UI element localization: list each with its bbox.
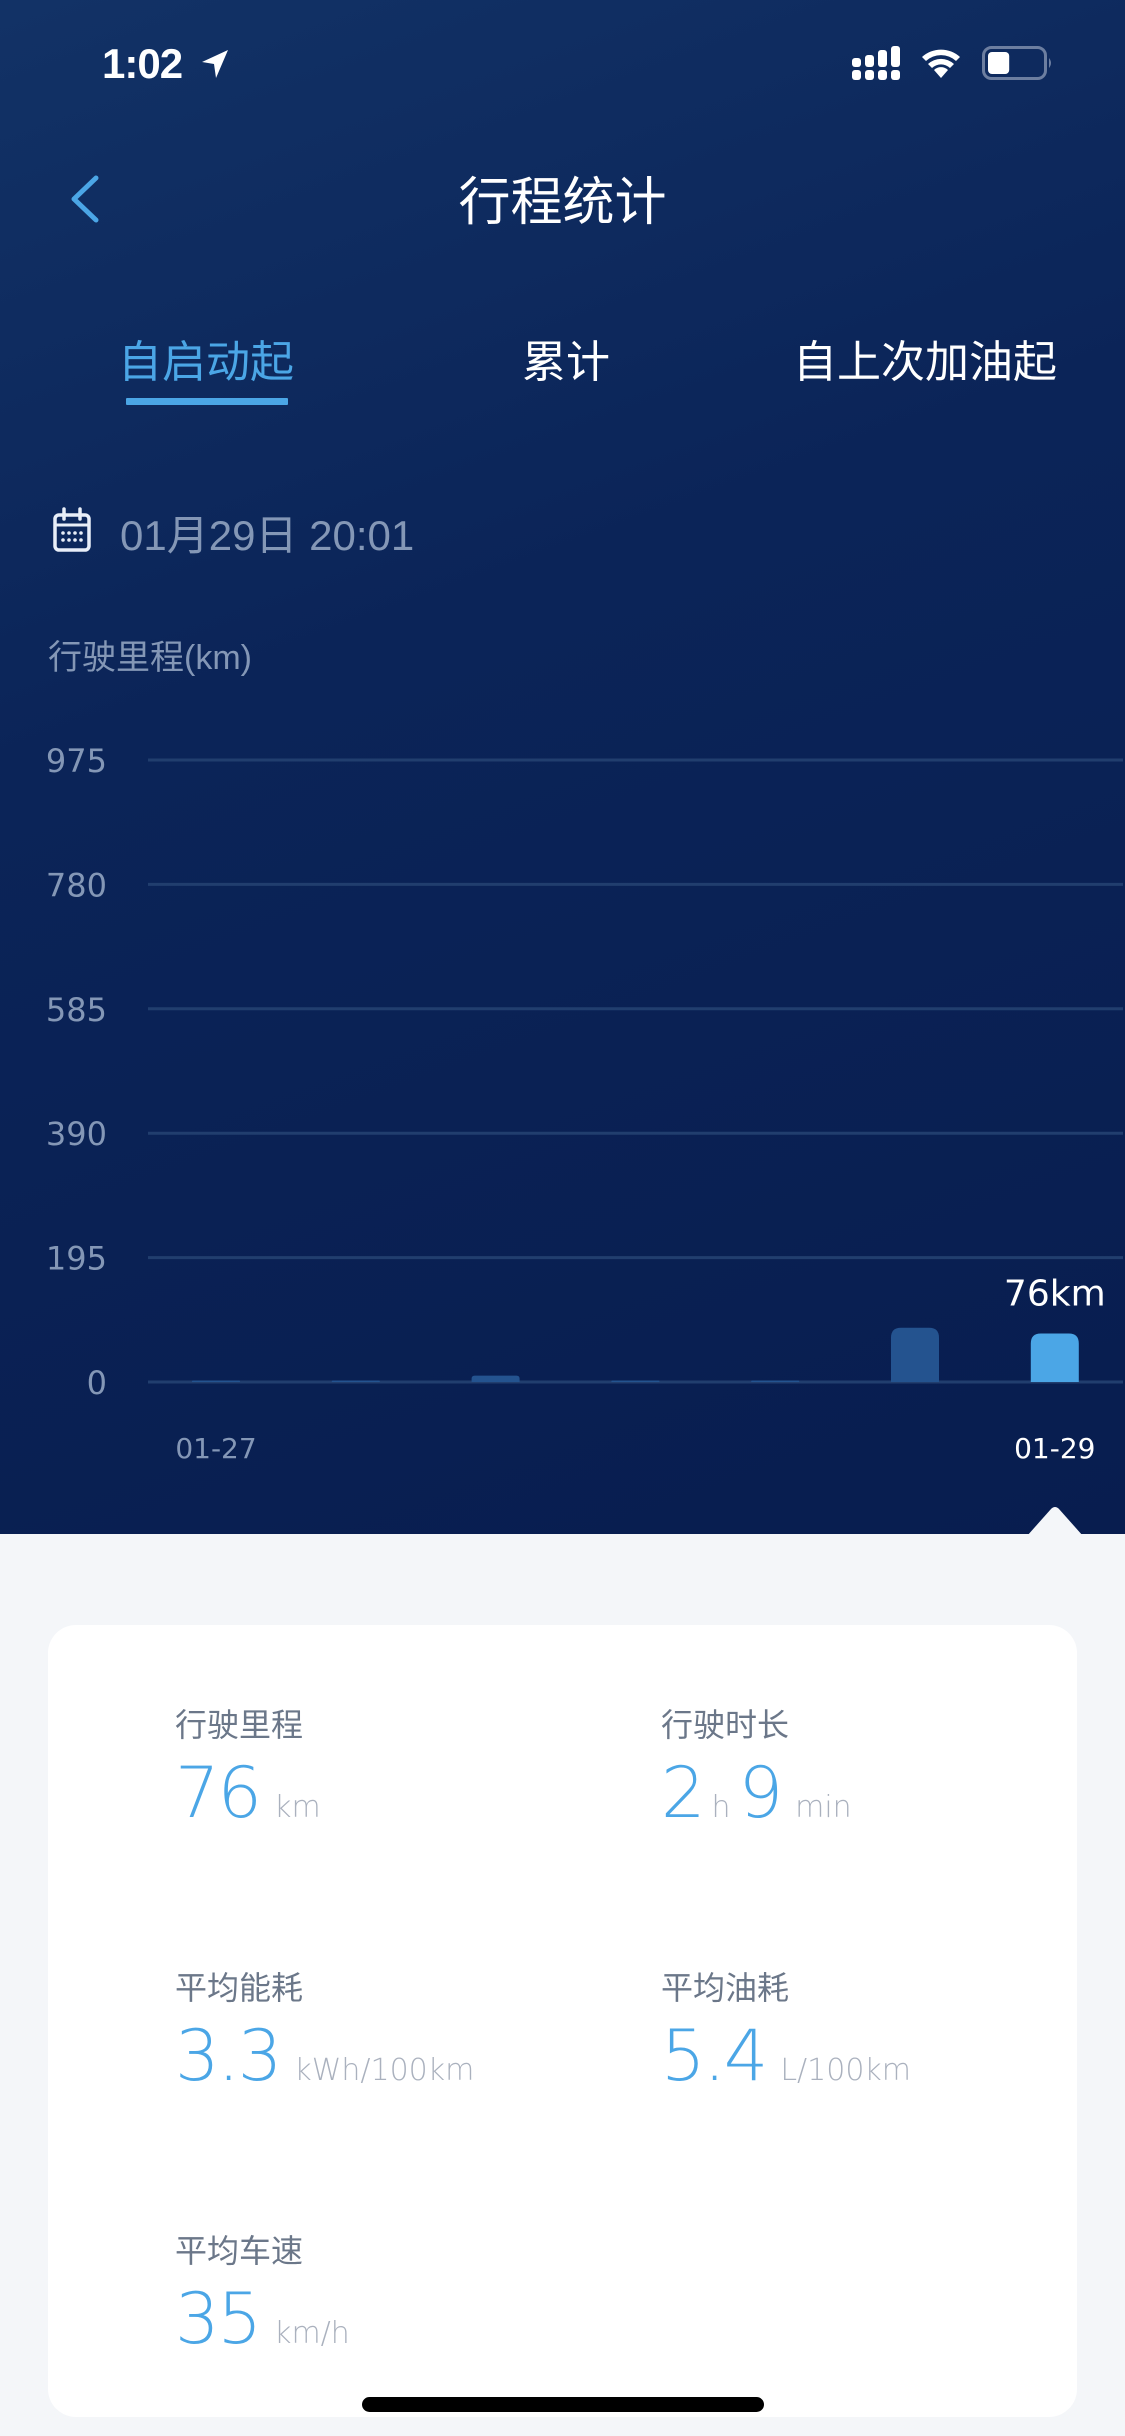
stat-unit: kWh/100km [294, 2053, 475, 2088]
stat-value: 3.3 kWh/100km [175, 2015, 474, 2097]
x-tick-label: 01-29 [1014, 1432, 1095, 1465]
stat-item: 行驶时长 2 h 9 min [661, 1700, 852, 1834]
stat-value: 2 h 9 min [661, 1752, 852, 1834]
bar[interactable] [192, 1380, 240, 1383]
y-tick-label: 975 [46, 742, 107, 780]
y-axis-label: 行驶里程(km) [48, 639, 252, 677]
stat-value: 5.4 L/100km [661, 2015, 911, 2097]
stat-unit: km/h [274, 2316, 350, 2351]
y-tick-label: 780 [46, 866, 107, 904]
stat-label: 平均车速 [175, 2233, 304, 2269]
stat-number: 3.3 [175, 2015, 282, 2097]
battery-icon [982, 46, 1051, 80]
y-tick-label: 390 [46, 1115, 107, 1153]
status-time: 1:02 [102, 40, 183, 87]
signal-icon [852, 46, 900, 80]
wifi-icon [922, 49, 960, 78]
bar[interactable] [611, 1380, 660, 1383]
location-arrow-icon [202, 50, 228, 78]
tab-since-last-refuel[interactable]: 自上次加油起 [793, 326, 1057, 390]
y-tick-label: 0 [87, 1364, 107, 1402]
bar-selected[interactable] [1030, 1333, 1079, 1382]
stat-item: 平均车速 35 km/h [175, 2226, 350, 2360]
stat-label: 平均能耗 [175, 1970, 304, 2006]
stat-number: 2 [661, 1752, 706, 1834]
stat-number: 5.4 [661, 2015, 768, 2097]
calendar-icon[interactable] [52, 506, 92, 554]
stat-number: 9 [738, 1752, 784, 1834]
date-selector[interactable]: 01月29日 20:01 [120, 502, 414, 563]
selected-bar-value-label: 76km [1004, 1274, 1106, 1315]
y-tick-label: 195 [46, 1240, 107, 1278]
page-title: 行程统计 [458, 174, 667, 232]
tab-since-start[interactable]: 自启动起 [118, 326, 294, 390]
stat-item: 平均能耗 3.3 kWh/100km [175, 1963, 474, 2097]
bar[interactable] [751, 1380, 800, 1383]
stat-number: 76 [175, 1752, 262, 1834]
bar[interactable] [471, 1375, 520, 1382]
stat-label: 行驶时长 [661, 1707, 790, 1743]
stat-value: 35 km/h [175, 2278, 350, 2360]
x-tick-label: 01-27 [175, 1432, 256, 1465]
stat-item: 平均油耗 5.4 L/100km [661, 1963, 911, 2097]
stat-number: 35 [175, 2278, 262, 2360]
stat-item: 行驶里程 76 km [175, 1700, 321, 1834]
bar[interactable] [331, 1380, 380, 1383]
stat-unit: L/100km [780, 2053, 912, 2088]
home-indicator [362, 2397, 764, 2412]
stat-label: 平均油耗 [661, 1970, 790, 2006]
stat-label: 行驶里程 [175, 1707, 304, 1743]
bar[interactable] [891, 1327, 939, 1382]
stat-unit: h [711, 1790, 731, 1825]
mileage-bar-chart: 0 195 390 585 780 975 76km 01-27 01-29 [46, 742, 1123, 1465]
stat-value: 76 km [175, 1752, 321, 1834]
active-tab-indicator [126, 398, 288, 405]
selection-pointer [1027, 1507, 1083, 1536]
stat-unit: min [795, 1790, 852, 1825]
y-tick-label: 585 [46, 991, 107, 1029]
tab-cumulative[interactable]: 累计 [522, 326, 610, 390]
stat-unit: km [274, 1790, 321, 1825]
